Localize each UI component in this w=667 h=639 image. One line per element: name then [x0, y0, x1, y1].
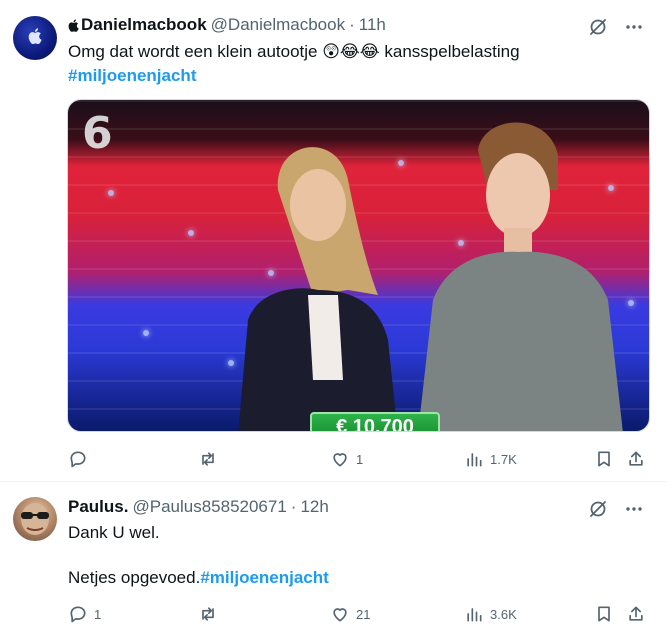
repost-icon [202, 607, 214, 621]
views-icon [467, 608, 482, 622]
grok-icon[interactable] [587, 16, 609, 38]
tweet-actions: 1 1.7K [60, 445, 655, 473]
like-icon [333, 608, 347, 622]
like-button[interactable]: 1 [330, 449, 363, 469]
views-count: 1.7K [490, 451, 517, 467]
light-sparkle [108, 190, 114, 196]
reply-icon [70, 606, 86, 623]
views-button[interactable]: 1.7K [464, 449, 517, 469]
tweet[interactable]: Danielmacbook @Danielmacbook · 11h Omg d… [0, 0, 667, 482]
author-handle[interactable]: @Paulus858520671 [132, 497, 286, 517]
like-icon [333, 453, 347, 467]
apple-icon [68, 18, 79, 32]
share-icon [629, 606, 643, 621]
tweet-header: Paulus. @Paulus858520671 · 12h [68, 496, 329, 518]
tweet-top-actions [587, 16, 645, 38]
light-sparkle [143, 330, 149, 336]
repost-button[interactable] [198, 449, 224, 469]
like-count: 21 [356, 606, 371, 622]
repost-button[interactable] [198, 604, 224, 624]
bookmark-icon [598, 606, 610, 622]
views-count: 3.6K [490, 606, 517, 622]
views-icon [467, 453, 482, 467]
hashtag-link[interactable]: #miljoenenjacht [200, 568, 328, 587]
repost-icon [202, 452, 214, 466]
tweet-text: Omg dat wordt een klein autootje 😲😂😂 kan… [68, 40, 653, 88]
separator-dot: · [290, 497, 297, 516]
apple-icon [28, 28, 42, 44]
author-name[interactable]: Danielmacbook [81, 15, 207, 35]
channel-logo: 6 [82, 108, 113, 159]
contestant-figure [418, 122, 623, 431]
light-sparkle [628, 300, 634, 306]
tweet-actions: 1 21 3.6K [60, 600, 655, 628]
tweet-header: Danielmacbook @Danielmacbook · 11h [68, 14, 386, 36]
tweet-body: Omg dat wordt een klein autootje 😲😂😂 kan… [68, 42, 520, 61]
light-sparkle [188, 230, 194, 236]
host-figure [238, 147, 398, 431]
share-icon [629, 451, 643, 466]
timestamp[interactable]: 12h [300, 497, 328, 517]
reply-button[interactable] [68, 449, 94, 469]
avatar-photo [21, 503, 49, 535]
share-button[interactable] [626, 604, 646, 624]
prize-banner: € 10.700 [310, 412, 440, 431]
reply-count: 1 [94, 606, 102, 622]
like-button[interactable]: 21 [330, 604, 370, 624]
tweet-top-actions [587, 498, 645, 520]
author-name[interactable]: Paulus. [68, 497, 128, 517]
timestamp[interactable]: 11h [359, 15, 386, 35]
bookmark-icon [598, 451, 610, 467]
bookmark-button[interactable] [594, 604, 614, 624]
bookmark-button[interactable] [594, 449, 614, 469]
more-icon[interactable] [623, 16, 645, 38]
more-icon[interactable] [623, 498, 645, 520]
tweet-video-image[interactable]: 6 € 10.700 [67, 99, 650, 432]
like-count: 1 [356, 451, 364, 467]
views-button[interactable]: 3.6K [464, 604, 517, 624]
tweet-text-line: Dank U wel. [68, 523, 160, 542]
reply-icon [70, 451, 86, 468]
reply-button[interactable]: 1 [68, 604, 101, 624]
share-button[interactable] [626, 449, 646, 469]
grok-icon[interactable] [587, 498, 609, 520]
hashtag-link[interactable]: #miljoenenjacht [68, 64, 653, 88]
separator-dot: · [349, 15, 355, 34]
tweet-text-line: Netjes opgevoed.#miljoenenjacht [68, 566, 329, 590]
author-handle[interactable]: @Danielmacbook [211, 15, 345, 35]
tweet-text-segment: Netjes opgevoed. [68, 568, 201, 587]
avatar[interactable] [13, 497, 57, 541]
avatar[interactable] [13, 16, 57, 60]
